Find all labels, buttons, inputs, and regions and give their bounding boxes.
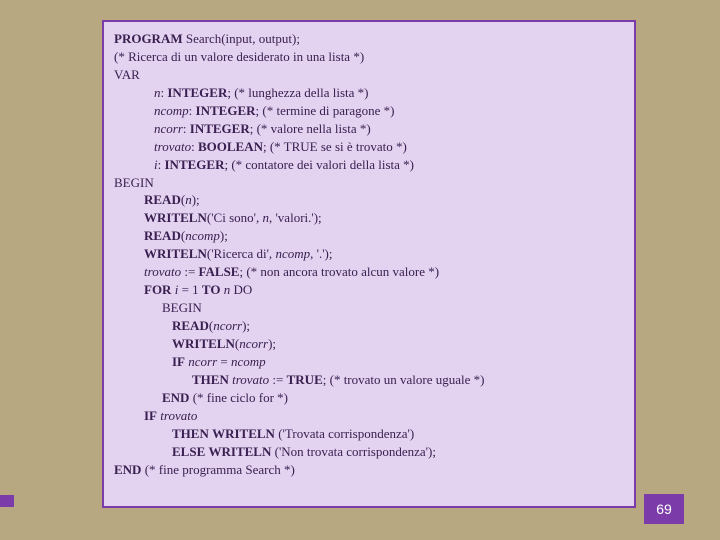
code-text: :: [189, 103, 196, 118]
code-line: ncorr: INTEGER; (* valore nella lista *): [154, 120, 624, 138]
code-line: PROGRAM Search(input, output);: [114, 30, 624, 48]
keyword: WRITELN: [144, 210, 207, 225]
code-text: ; (* trovato un valore uguale *): [323, 372, 485, 387]
keyword: WRITELN: [172, 336, 235, 351]
code-text: = 1: [178, 282, 202, 297]
code-text: ; (* lunghezza della lista *): [227, 85, 368, 100]
keyword: PROGRAM: [114, 31, 183, 46]
code-text: ; (* valore nella lista *): [250, 121, 371, 136]
keyword: FOR: [144, 282, 171, 297]
identifier: ncomp: [154, 103, 189, 118]
code-text: :: [191, 139, 198, 154]
code-text: DO: [230, 282, 252, 297]
keyword: INTEGER: [196, 103, 256, 118]
keyword: BOOLEAN: [198, 139, 263, 154]
keyword: WRITELN: [209, 444, 272, 459]
keyword: WRITELN: [144, 246, 207, 261]
code-line: END (* fine programma Search *): [114, 461, 624, 479]
keyword: THEN: [172, 426, 209, 441]
code-text: (* fine programma Search *): [141, 462, 294, 477]
identifier: ncomp: [185, 228, 220, 243]
keyword: ELSE: [172, 444, 205, 459]
identifier: trovato: [160, 408, 197, 423]
code-text: :: [158, 157, 165, 172]
code-line: READ(n);: [144, 191, 624, 209]
identifier: trovato: [232, 372, 269, 387]
code-line: ncomp: INTEGER; (* termine di paragone *…: [154, 102, 624, 120]
code-line: READ(ncomp);: [144, 227, 624, 245]
identifier: ncomp: [231, 354, 266, 369]
identifier: trovato: [154, 139, 191, 154]
code-text: );: [192, 192, 200, 207]
code-line: FOR i = 1 TO n DO: [144, 281, 624, 299]
code-line: n: INTEGER; (* lunghezza della lista *): [154, 84, 624, 102]
code-text: ; (* non ancora trovato alcun valore *): [239, 264, 439, 279]
accent-block: [0, 495, 14, 507]
keyword: INTEGER: [190, 121, 250, 136]
code-text: , '.');: [310, 246, 332, 261]
code-text: :=: [181, 264, 198, 279]
code-line: THEN trovato := TRUE; (* trovato un valo…: [192, 371, 624, 389]
code-text: Search(input, output);: [183, 31, 300, 46]
code-text: ('Non trovata corrispondenza');: [271, 444, 436, 459]
code-text: ('Ci sono',: [207, 210, 263, 225]
keyword: READ: [144, 192, 181, 207]
code-line: IF ncorr = ncomp: [172, 353, 624, 371]
code-line: trovato := FALSE; (* non ancora trovato …: [144, 263, 624, 281]
code-text: :: [183, 121, 190, 136]
identifier: trovato: [144, 264, 181, 279]
keyword: READ: [172, 318, 209, 333]
keyword: THEN: [192, 372, 229, 387]
keyword: TRUE: [287, 372, 323, 387]
keyword: IF: [172, 354, 185, 369]
code-line: WRITELN(ncorr);: [172, 335, 624, 353]
keyword: IF: [144, 408, 157, 423]
keyword: INTEGER: [167, 85, 227, 100]
code-line: WRITELN('Ricerca di', ncomp, '.');: [144, 245, 624, 263]
code-text: =: [217, 354, 231, 369]
code-line: BEGIN: [114, 174, 624, 192]
code-line: (* Ricerca di un valore desiderato in un…: [114, 48, 624, 66]
code-line: WRITELN('Ci sono', n, 'valori.');: [144, 209, 624, 227]
code-text: ('Trovata corrispondenza'): [275, 426, 414, 441]
code-line: BEGIN: [162, 299, 624, 317]
code-text: ; (* termine di paragone *): [256, 103, 395, 118]
code-text: );: [242, 318, 250, 333]
code-line: THEN WRITELN ('Trovata corrispondenza'): [172, 425, 624, 443]
identifier: ncorr: [154, 121, 183, 136]
code-text: );: [220, 228, 228, 243]
code-line: ELSE WRITELN ('Non trovata corrispondenz…: [172, 443, 624, 461]
code-text: (* fine ciclo for *): [189, 390, 288, 405]
code-line: VAR: [114, 66, 624, 84]
code-text: ('Ricerca di',: [207, 246, 276, 261]
code-line: IF trovato: [144, 407, 624, 425]
code-line: trovato: BOOLEAN; (* TRUE se si è trovat…: [154, 138, 624, 156]
keyword: WRITELN: [212, 426, 275, 441]
page-number: 69: [644, 494, 684, 524]
keyword: READ: [144, 228, 181, 243]
keyword: TO: [202, 282, 221, 297]
keyword: FALSE: [199, 264, 240, 279]
code-text: ; (* TRUE se si è trovato *): [263, 139, 407, 154]
code-text: , 'valori.');: [269, 210, 322, 225]
keyword: INTEGER: [165, 157, 225, 172]
code-text: :=: [269, 372, 286, 387]
code-line: READ(ncorr);: [172, 317, 624, 335]
code-panel: PROGRAM Search(input, output); (* Ricerc…: [102, 20, 636, 508]
keyword: END: [114, 462, 141, 477]
keyword: END: [162, 390, 189, 405]
code-line: i: INTEGER; (* contatore dei valori dell…: [154, 156, 624, 174]
identifier: ncorr: [188, 354, 217, 369]
code-line: END (* fine ciclo for *): [162, 389, 624, 407]
identifier: ncorr: [239, 336, 268, 351]
identifier: ncorr: [213, 318, 242, 333]
code-text: ; (* contatore dei valori della lista *): [224, 157, 414, 172]
code-text: );: [268, 336, 276, 351]
identifier: ncomp: [275, 246, 310, 261]
